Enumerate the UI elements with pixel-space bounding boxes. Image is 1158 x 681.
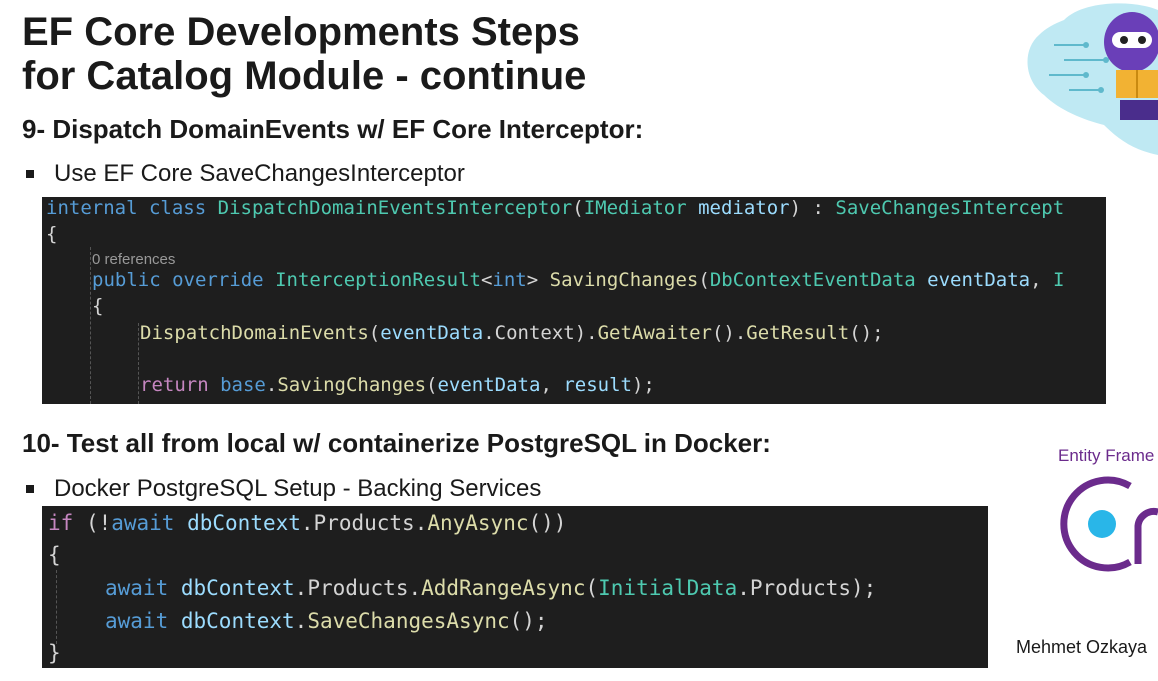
- step9-bullet: Use EF Core SaveChangesInterceptor: [22, 160, 465, 188]
- code-line: {: [46, 223, 58, 245]
- step9-heading: 9- Dispatch DomainEvents w/ EF Core Inte…: [22, 114, 644, 144]
- title-line-2: for Catalog Module - continue: [22, 54, 587, 98]
- author-name: Mehmet Ozkaya: [1016, 637, 1148, 657]
- title-line-1: EF Core Developments Steps: [22, 10, 580, 54]
- ef-label: Entity Frame: [1058, 446, 1155, 465]
- entity-framework-logo: [1060, 476, 1158, 572]
- indent-guide: [56, 570, 57, 644]
- slide-title: EF Core Developments Steps for Catalog M…: [22, 10, 586, 98]
- code-line: await dbContext.Products.AddRangeAsync(I…: [105, 576, 877, 600]
- indent-guide: [138, 323, 139, 404]
- code-block-interceptor: internal class DispatchDomainEventsInter…: [42, 197, 1106, 404]
- code-line: }: [48, 641, 61, 665]
- code-line: internal class DispatchDomainEventsInter…: [46, 197, 1065, 219]
- indent-guide: [90, 247, 91, 404]
- step10-heading: 10- Test all from local w/ containerize …: [22, 428, 771, 458]
- code-line: return base.SavingChanges(eventData, res…: [140, 374, 655, 396]
- code-block-seed-data: if (!await dbContext.Products.AnyAsync()…: [42, 506, 988, 668]
- code-line: public override InterceptionResult<int> …: [92, 269, 1065, 291]
- dotnet-bot-illustration: [1027, 3, 1158, 155]
- code-line: {: [92, 295, 104, 317]
- code-line: if (!await dbContext.Products.AnyAsync()…: [48, 511, 567, 535]
- code-line: DispatchDomainEvents(eventData.Context).…: [140, 322, 884, 344]
- step10-bullet-text: Docker PostgreSQL Setup - Backing Servic…: [54, 475, 542, 502]
- code-line: {: [48, 543, 61, 567]
- bullet-square-icon: [26, 170, 34, 178]
- codelens-references[interactable]: 0 references: [92, 251, 175, 268]
- code-line: await dbContext.SaveChangesAsync();: [105, 609, 548, 633]
- step10-bullet: Docker PostgreSQL Setup - Backing Servic…: [22, 475, 541, 503]
- bullet-square-icon: [26, 485, 34, 493]
- step9-bullet-text: Use EF Core SaveChangesInterceptor: [54, 160, 465, 187]
